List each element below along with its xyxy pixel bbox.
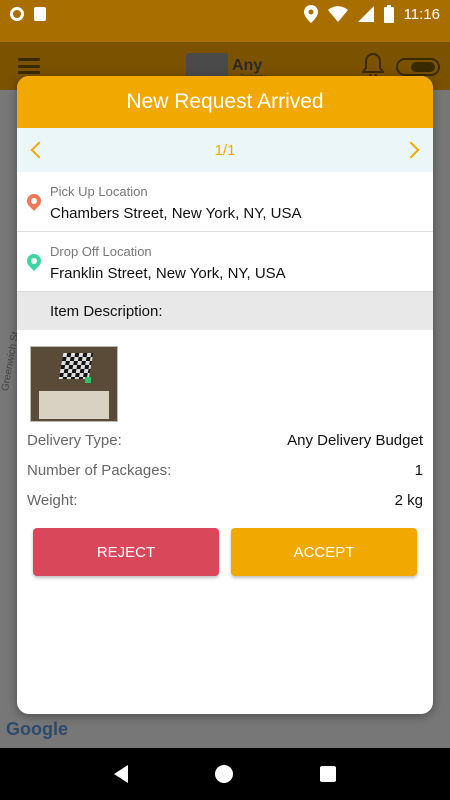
new-request-dialog: New Request Arrived 1/1 Pick Up Location… — [17, 76, 433, 714]
accept-button[interactable]: ACCEPT — [231, 528, 417, 576]
detail-label: Weight: — [27, 492, 78, 509]
bell-icon[interactable] — [362, 52, 384, 78]
pickup-label: Pick Up Location — [50, 184, 148, 199]
status-bar: 11:16 — [0, 0, 450, 28]
recent-apps-icon[interactable] — [320, 766, 337, 782]
wifi-icon — [327, 6, 348, 22]
system-nav-bar — [0, 748, 450, 800]
dropoff-pin-icon — [24, 251, 44, 271]
dropoff-label: Drop Off Location — [50, 244, 152, 259]
chevron-right-icon[interactable] — [402, 141, 420, 159]
pager-count: 1/1 — [214, 141, 236, 159]
notification-circle-icon — [10, 7, 24, 21]
google-logo: Google — [6, 719, 68, 739]
availability-toggle[interactable] — [396, 58, 440, 76]
chevron-left-icon[interactable] — [30, 141, 48, 159]
detail-label: Delivery Type: — [27, 432, 122, 449]
weight-row: Weight: 2 kg — [27, 492, 423, 509]
dialog-header: New Request Arrived — [17, 76, 433, 128]
delivery-type-row: Delivery Type: Any Delivery Budget — [27, 432, 423, 449]
dialog-title: New Request Arrived — [126, 90, 324, 113]
status-time: 11:16 — [403, 5, 440, 23]
reject-button[interactable]: REJECT — [33, 528, 219, 576]
battery-icon — [383, 5, 394, 23]
back-icon[interactable] — [113, 765, 128, 783]
home-icon[interactable] — [214, 765, 233, 783]
detail-value: 1 — [414, 462, 423, 479]
app-header-strip — [0, 28, 450, 42]
sd-card-icon — [34, 7, 46, 21]
app-logo-text: Any — [232, 57, 263, 74]
detail-value: Any Delivery Budget — [287, 432, 423, 449]
menu-icon[interactable] — [18, 58, 40, 74]
signal-icon — [357, 6, 374, 22]
pickup-pin-icon — [24, 191, 44, 211]
detail-value: 2 kg — [394, 492, 423, 509]
location-icon — [303, 5, 318, 23]
packages-row: Number of Packages: 1 — [27, 462, 423, 479]
pickup-value: Chambers Street, New York, NY, USA — [50, 205, 302, 222]
detail-label: Number of Packages: — [27, 462, 172, 479]
request-pager: 1/1 — [17, 128, 433, 172]
item-description-header: Item Description: — [17, 292, 433, 330]
item-photo[interactable] — [30, 346, 118, 422]
dropoff-location-row: Drop Off Location Franklin Street, New Y… — [17, 232, 433, 292]
dropoff-value: Franklin Street, New York, NY, USA — [50, 265, 286, 282]
pickup-location-row: Pick Up Location Chambers Street, New Yo… — [17, 172, 433, 232]
